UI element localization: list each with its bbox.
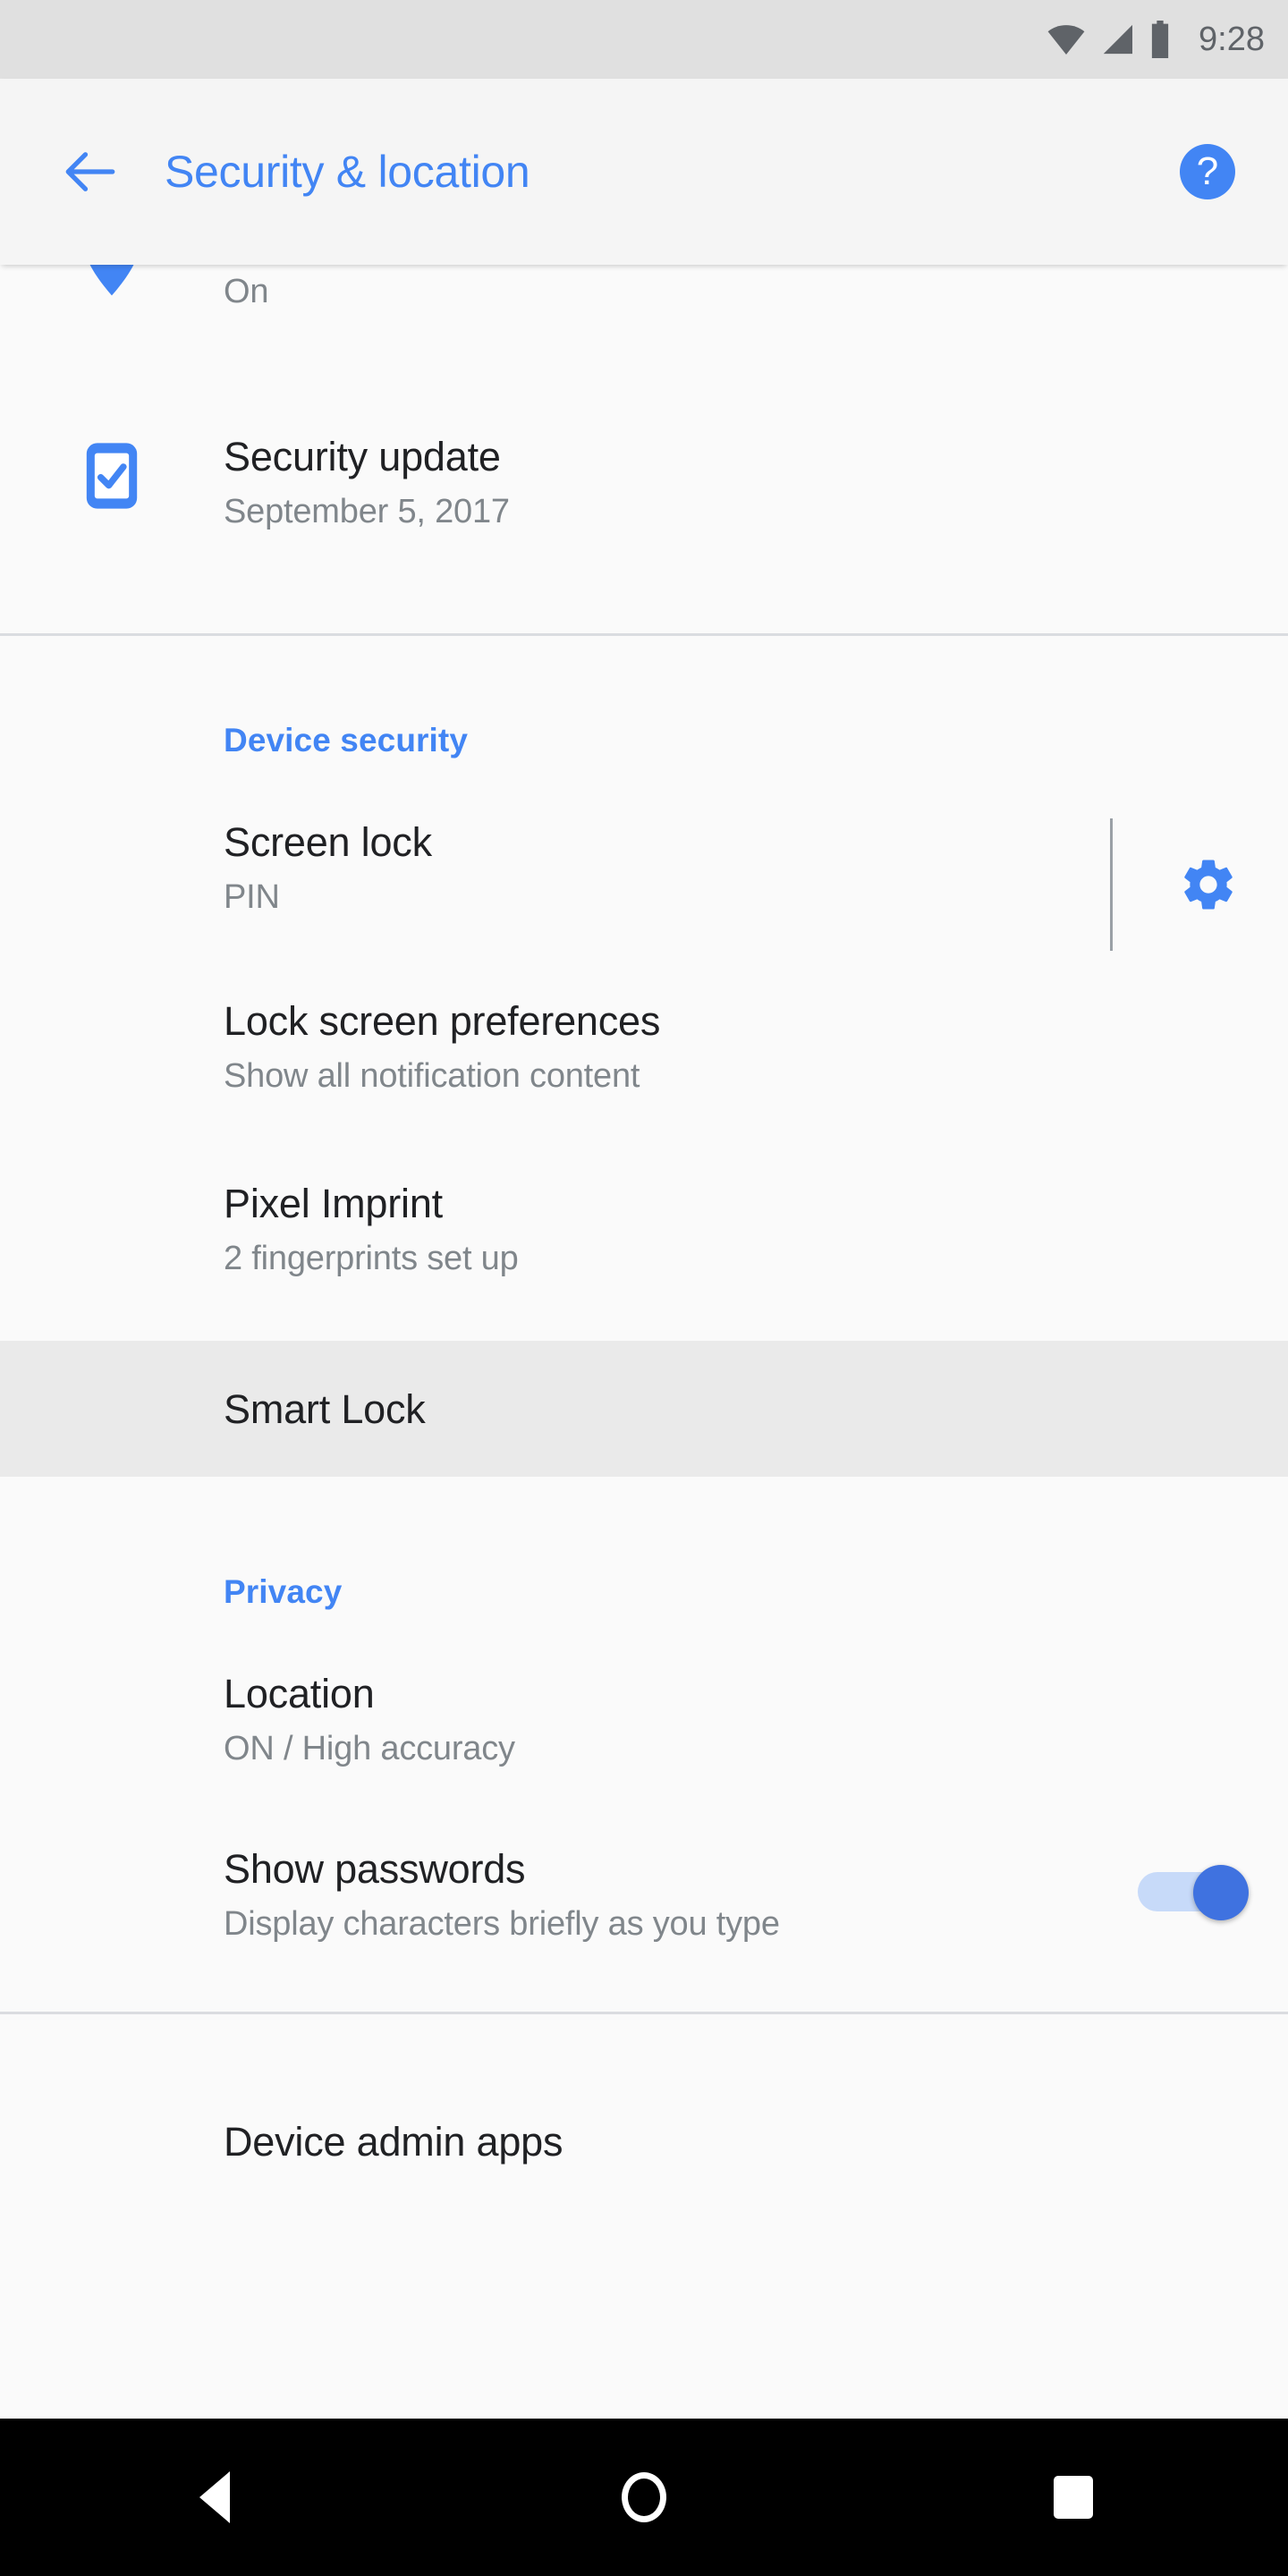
screen-lock-title: Screen lock xyxy=(224,819,432,865)
nav-recents-icon xyxy=(1054,2476,1093,2519)
lock-screen-preferences-icon-spacer xyxy=(0,1001,224,1004)
section-header-device-security: Device security xyxy=(224,722,469,758)
help-icon: ? xyxy=(1180,144,1235,199)
lock-screen-preferences-title: Lock screen preferences xyxy=(224,998,661,1044)
location-subtitle: ON / High accuracy xyxy=(224,1730,515,1767)
nav-home-button[interactable] xyxy=(429,2419,859,2576)
list-item-show-passwords[interactable]: Show passwords Display characters briefl… xyxy=(0,1790,1288,1965)
show-passwords-icon-spacer xyxy=(0,1849,224,1852)
security-update-title: Security update xyxy=(224,434,501,479)
show-passwords-toggle[interactable] xyxy=(1138,1865,1249,1920)
back-button[interactable] xyxy=(41,147,140,197)
list-item-find-my-device[interactable]: Find My Device On xyxy=(0,265,1288,367)
security-update-text: Security update September 5, 2017 xyxy=(224,436,1249,529)
list-item-screen-lock[interactable]: Screen lock PIN xyxy=(0,759,1288,951)
location-icon-spacer xyxy=(0,1674,224,1677)
wifi-icon xyxy=(1047,25,1085,55)
pixel-imprint-subtitle: 2 fingerprints set up xyxy=(224,1240,519,1277)
app-bar: Security & location ? xyxy=(0,79,1288,265)
vertical-divider xyxy=(1110,818,1113,951)
lock-screen-preferences-subtitle: Show all notification content xyxy=(224,1057,640,1095)
nav-back-button[interactable] xyxy=(0,2419,429,2576)
arrow-back-icon xyxy=(65,152,115,191)
gear-icon xyxy=(1184,860,1233,910)
nav-recents-button[interactable] xyxy=(859,2419,1288,2576)
status-bar-clock: 9:28 xyxy=(1199,21,1265,58)
toggle-thumb xyxy=(1193,1865,1249,1920)
section-divider-device-security xyxy=(0,633,1288,636)
screen-lock-icon-spacer xyxy=(0,822,224,826)
device-admin-apps-title: Device admin apps xyxy=(224,2119,564,2165)
device-admin-apps-text: Device admin apps xyxy=(224,2122,1249,2162)
show-passwords-title: Show passwords xyxy=(224,1846,526,1892)
pixel-imprint-text: Pixel Imprint 2 fingerprints set up xyxy=(224,1183,1249,1275)
phone-check-icon xyxy=(86,443,138,509)
location-title: Location xyxy=(224,1671,375,1716)
list-item-lock-screen-preferences[interactable]: Lock screen preferences Show all notific… xyxy=(0,940,1288,1124)
smart-lock-text: Smart Lock xyxy=(224,1389,1249,1429)
status-bar-icons: 9:28 xyxy=(1046,21,1265,58)
device-admin-apps-icon-spacer xyxy=(0,2122,224,2125)
nav-home-icon xyxy=(622,2472,666,2522)
screen-lock-subtitle: PIN xyxy=(224,878,280,916)
section-header-privacy: Privacy xyxy=(224,1573,343,1610)
help-button[interactable]: ? xyxy=(1166,131,1249,213)
pixel-imprint-title: Pixel Imprint xyxy=(224,1181,443,1226)
screen-lock-settings-button[interactable] xyxy=(1168,844,1249,925)
security-update-icon-wrap xyxy=(0,436,224,512)
list-item-location[interactable]: Location ON / High accuracy xyxy=(0,1611,1288,1790)
find-my-device-icon-wrap xyxy=(0,265,224,297)
android-settings-screen: 9:28 Security & location ? Find My Devic… xyxy=(0,0,1288,2576)
find-my-device-subtitle: On xyxy=(224,273,269,310)
list-item-security-update[interactable]: Security update September 5, 2017 xyxy=(0,367,1288,555)
screen-lock-text: Screen lock PIN xyxy=(224,822,1110,914)
lock-screen-preferences-text: Lock screen preferences Show all notific… xyxy=(224,1001,1249,1093)
show-passwords-subtitle: Display characters briefly as you type xyxy=(224,1905,780,1943)
screen-lock-settings-wrap xyxy=(1110,818,1249,951)
battery-icon xyxy=(1151,21,1169,58)
nav-back-icon xyxy=(199,2471,230,2523)
cellular-signal-icon xyxy=(1103,24,1133,55)
show-passwords-text: Show passwords Display characters briefl… xyxy=(224,1849,1138,1941)
smart-lock-icon-spacer xyxy=(0,1407,224,1411)
page-title: Security & location xyxy=(165,147,530,197)
list-item-pixel-imprint[interactable]: Pixel Imprint 2 fingerprints set up xyxy=(0,1124,1288,1303)
list-item-smart-lock[interactable]: Smart Lock xyxy=(0,1341,1288,1477)
pixel-imprint-icon-spacer xyxy=(0,1183,224,1187)
status-bar: 9:28 xyxy=(0,0,1288,79)
security-update-subtitle: September 5, 2017 xyxy=(224,493,510,530)
find-my-device-text: Find My Device On xyxy=(224,265,1249,309)
settings-list[interactable]: Find My Device On Security update Septem… xyxy=(0,265,1288,2419)
navigation-bar xyxy=(0,2419,1288,2576)
location-text: Location ON / High accuracy xyxy=(224,1674,1249,1766)
list-item-device-admin-apps[interactable]: Device admin apps xyxy=(0,2014,1288,2175)
smart-lock-title: Smart Lock xyxy=(224,1385,426,1432)
location-pin-check-icon xyxy=(89,265,134,296)
